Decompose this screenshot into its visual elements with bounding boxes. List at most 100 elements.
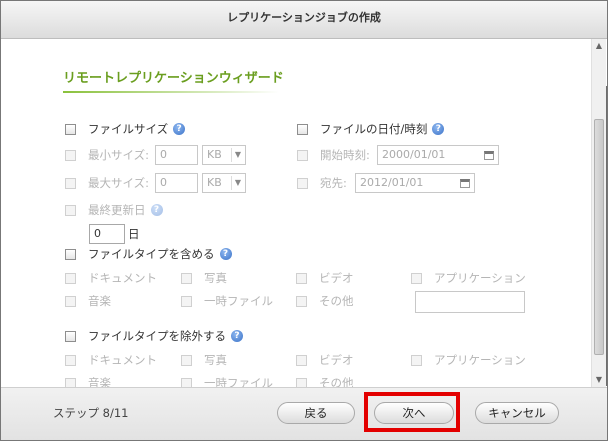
- max-size-label: 最大サイズ:: [88, 176, 150, 190]
- option-label: 一時ファイル: [204, 294, 273, 308]
- exclude-option[interactable]: アプリケーション: [411, 350, 526, 370]
- option-checkbox[interactable]: [181, 272, 192, 284]
- start-time-date-input[interactable]: 2000/01/01: [377, 145, 499, 165]
- min-size-unit-select[interactable]: KB ▼: [202, 145, 246, 165]
- exclude-types-row: ファイルタイプを除外する ?: [65, 326, 243, 346]
- file-date-checkbox[interactable]: [297, 123, 308, 135]
- option-checkbox[interactable]: [411, 272, 422, 284]
- file-date-label: ファイルの日付/時刻: [320, 122, 428, 136]
- include-types-row: ファイルタイプを含める ?: [65, 244, 232, 264]
- exclude-option[interactable]: ビデオ: [296, 350, 354, 370]
- option-checkbox[interactable]: [65, 377, 76, 387]
- calendar-icon[interactable]: [484, 150, 494, 160]
- wizard-content: リモートレプリケーションウィザード ファイルサイズ ? 最小サイズ: 0 KB …: [1, 39, 591, 387]
- include-types-checkbox[interactable]: [65, 248, 76, 260]
- exclude-option[interactable]: ドキュメント: [65, 350, 157, 370]
- scroll-up-icon[interactable]: ▲: [592, 39, 606, 53]
- replication-dialog: レプリケーションジョブの作成 グ ジ リモートレプリケーションウィザード ファイ…: [0, 0, 608, 441]
- option-checkbox[interactable]: [65, 295, 76, 307]
- option-label: アプリケーション: [434, 271, 526, 285]
- destination-value: 2012/01/01: [360, 176, 424, 189]
- option-label: 音楽: [88, 294, 111, 308]
- start-time-row: 開始時刻: 2000/01/01: [297, 145, 499, 165]
- last-modified-label: 最終更新日: [88, 203, 146, 217]
- exclude-types-checkbox[interactable]: [65, 330, 76, 342]
- include-option[interactable]: その他: [296, 291, 354, 311]
- option-checkbox[interactable]: [181, 377, 192, 387]
- min-size-label: 最小サイズ:: [88, 148, 150, 162]
- max-size-unit-select[interactable]: KB ▼: [202, 173, 246, 193]
- min-size-row: 最小サイズ: 0 KB ▼: [65, 145, 246, 165]
- chevron-down-icon: ▼: [230, 148, 241, 162]
- option-checkbox[interactable]: [296, 272, 307, 284]
- last-modified-value-row: 0 日: [89, 224, 140, 244]
- option-checkbox[interactable]: [65, 272, 76, 284]
- max-size-row: 最大サイズ: 0 KB ▼: [65, 173, 246, 193]
- option-label: その他: [319, 376, 354, 387]
- max-size-input[interactable]: 0: [155, 173, 198, 193]
- include-option[interactable]: ドキュメント: [65, 268, 157, 288]
- days-unit-label: 日: [128, 227, 140, 241]
- option-checkbox[interactable]: [65, 354, 76, 366]
- last-modified-row: 最終更新日 ?: [65, 200, 163, 220]
- exclude-option[interactable]: その他: [296, 373, 354, 387]
- option-checkbox[interactable]: [411, 354, 422, 366]
- option-label: ドキュメント: [88, 271, 157, 285]
- section-underline: [63, 91, 279, 93]
- max-size-checkbox[interactable]: [65, 177, 76, 189]
- start-time-checkbox[interactable]: [297, 149, 308, 161]
- option-checkbox[interactable]: [181, 354, 192, 366]
- include-option[interactable]: 写真: [181, 268, 227, 288]
- back-button[interactable]: 戻る: [277, 402, 355, 424]
- include-option[interactable]: 一時ファイル: [181, 291, 273, 311]
- last-modified-days-input[interactable]: 0: [89, 224, 125, 244]
- option-label: 写真: [204, 271, 227, 285]
- highlight-box: [364, 392, 460, 432]
- file-size-checkbox[interactable]: [65, 123, 76, 135]
- help-icon[interactable]: ?: [432, 123, 445, 135]
- option-label: 一時ファイル: [204, 376, 273, 387]
- last-modified-checkbox[interactable]: [65, 204, 76, 216]
- include-option[interactable]: アプリケーション: [411, 268, 526, 288]
- file-size-label: ファイルサイズ: [88, 122, 169, 136]
- help-icon[interactable]: ?: [173, 123, 186, 135]
- help-icon[interactable]: ?: [219, 248, 232, 260]
- option-checkbox[interactable]: [296, 295, 307, 307]
- cancel-button[interactable]: キャンセル: [475, 402, 559, 424]
- min-size-checkbox[interactable]: [65, 149, 76, 161]
- help-icon[interactable]: ?: [231, 330, 243, 342]
- include-other-input[interactable]: [415, 291, 525, 313]
- file-date-row: ファイルの日付/時刻 ?: [297, 119, 445, 139]
- start-time-value: 2000/01/01: [382, 148, 446, 161]
- option-checkbox[interactable]: [296, 377, 307, 387]
- dialog-title: レプリケーションジョブの作成: [1, 1, 607, 39]
- option-checkbox[interactable]: [181, 295, 192, 307]
- step-indicator: ステップ 8/11: [53, 406, 129, 420]
- vertical-scrollbar[interactable]: ▲ ▼: [591, 39, 606, 387]
- help-icon[interactable]: ?: [150, 204, 163, 216]
- destination-row: 宛先: 2012/01/01: [297, 173, 475, 193]
- option-label: 音楽: [88, 376, 111, 387]
- option-label: その他: [319, 294, 354, 308]
- scrollbar-thumb[interactable]: [594, 119, 604, 355]
- min-size-unit-value: KB: [207, 148, 222, 161]
- chevron-down-icon: ▼: [230, 176, 241, 190]
- start-time-label: 開始時刻:: [320, 148, 370, 162]
- option-checkbox[interactable]: [296, 354, 307, 366]
- exclude-option[interactable]: 写真: [181, 350, 227, 370]
- file-size-row: ファイルサイズ ?: [65, 119, 186, 139]
- min-size-input[interactable]: 0: [155, 145, 198, 165]
- scroll-down-icon[interactable]: ▼: [592, 373, 606, 387]
- exclude-types-label: ファイルタイプを除外する: [88, 329, 226, 343]
- include-option[interactable]: 音楽: [65, 291, 111, 311]
- calendar-icon[interactable]: [460, 178, 470, 188]
- destination-date-input[interactable]: 2012/01/01: [355, 173, 475, 193]
- exclude-option[interactable]: 一時ファイル: [181, 373, 273, 387]
- include-types-label: ファイルタイプを含める: [88, 247, 215, 261]
- include-option[interactable]: ビデオ: [296, 268, 354, 288]
- destination-label: 宛先:: [320, 176, 347, 190]
- max-size-unit-value: KB: [207, 176, 222, 189]
- option-label: ドキュメント: [88, 353, 157, 367]
- exclude-option[interactable]: 音楽: [65, 373, 111, 387]
- destination-checkbox[interactable]: [297, 177, 308, 189]
